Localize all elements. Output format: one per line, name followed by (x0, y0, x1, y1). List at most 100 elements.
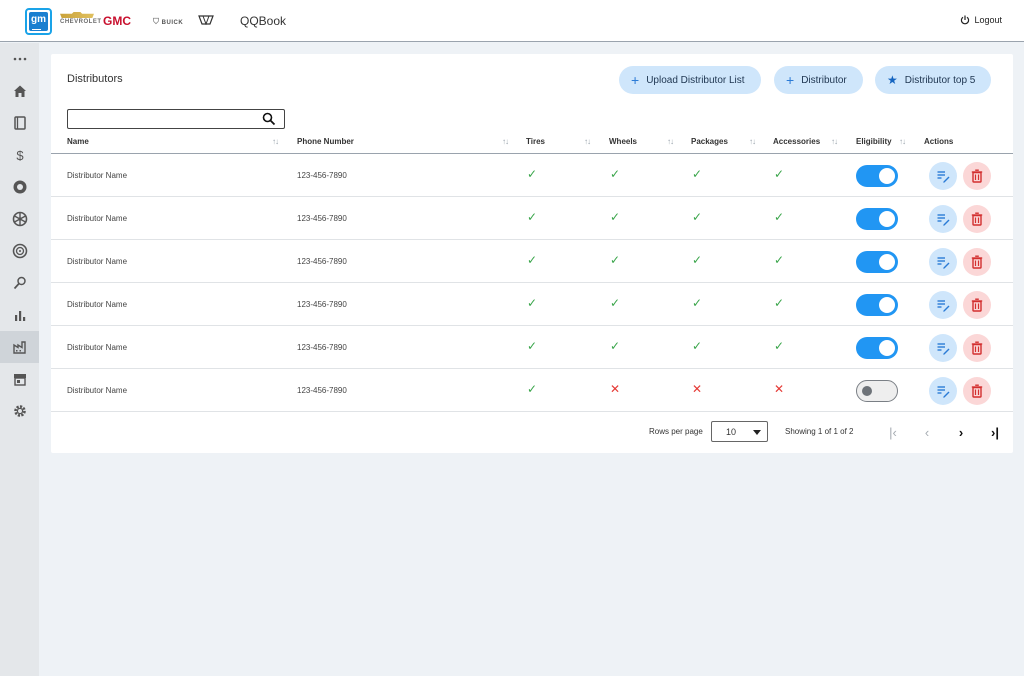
sidebar-item-pricing[interactable]: $ (0, 139, 39, 171)
delete-button[interactable] (963, 205, 991, 233)
eligibility-toggle[interactable] (856, 251, 898, 273)
phone-number-cell: 123-456-7890 (297, 343, 347, 352)
column-header-name[interactable]: Name (67, 137, 89, 146)
edit-button[interactable] (929, 377, 957, 405)
more-icon (13, 57, 26, 61)
plus-icon: + (631, 72, 640, 88)
rim-icon (12, 243, 27, 259)
sort-icon[interactable]: ↑↓ (502, 137, 509, 146)
sort-icon[interactable]: ↑↓ (831, 137, 838, 146)
sidebar-item-packages[interactable] (0, 235, 39, 267)
eligibility-toggle[interactable] (856, 337, 898, 359)
distributor-name-cell: Distributor Name (67, 257, 128, 266)
store-icon (13, 374, 26, 386)
check-icon: ✓ (692, 296, 703, 310)
svg-text:$: $ (16, 148, 24, 163)
next-page-button[interactable]: › (952, 423, 970, 441)
trash-icon (971, 212, 983, 226)
column-header-tires[interactable]: Tires (526, 137, 545, 146)
add-button-label: Distributor (801, 74, 847, 86)
check-icon: ✓ (610, 253, 621, 267)
eligibility-toggle[interactable] (856, 208, 898, 230)
phone-number-cell: 123-456-7890 (297, 300, 347, 309)
sidebar-item-distributors[interactable] (0, 331, 39, 363)
buick-logo: ⛉ BUICK (153, 17, 183, 27)
delete-button[interactable] (963, 248, 991, 276)
check-icon: ✓ (774, 210, 785, 224)
caret-down-icon (753, 430, 761, 435)
delete-button[interactable] (963, 377, 991, 405)
sort-icon[interactable]: ↑↓ (272, 137, 279, 146)
upload-button-label: Upload Distributor List (646, 74, 745, 86)
check-icon: ✓ (527, 253, 538, 267)
check-icon: ✓ (610, 210, 621, 224)
sidebar-item-wheels[interactable] (0, 203, 39, 235)
distributor-name-cell: Distributor Name (67, 300, 128, 309)
sort-icon[interactable]: ↑↓ (584, 137, 591, 146)
sidebar-item-dealers[interactable] (0, 363, 39, 395)
sidebar-item-tires[interactable] (0, 171, 39, 203)
wheel-icon (12, 211, 27, 227)
edit-button[interactable] (929, 291, 957, 319)
add-distributor-button[interactable]: + Distributor (774, 66, 863, 94)
edit-icon (937, 300, 950, 312)
sidebar-item-settings[interactable] (0, 395, 39, 427)
logout-label: Logout (974, 15, 1002, 25)
edit-button[interactable] (929, 334, 957, 362)
eligibility-toggle[interactable] (856, 165, 898, 187)
sidebar-item-home[interactable] (0, 75, 39, 107)
edit-icon (937, 214, 950, 226)
check-icon: ✓ (527, 167, 538, 181)
bar-chart-icon (14, 311, 25, 321)
rows-per-page-select[interactable]: 10 (711, 421, 768, 442)
search-icon[interactable] (262, 112, 276, 126)
distributor-name-cell: Distributor Name (67, 214, 128, 223)
column-header-phone[interactable]: Phone Number (297, 137, 354, 146)
sort-icon[interactable]: ↑↓ (749, 137, 756, 146)
sort-icon[interactable]: ↑↓ (667, 137, 674, 146)
sort-icon[interactable]: ↑↓ (899, 137, 906, 146)
sidebar-item-accessories[interactable] (0, 267, 39, 299)
eligibility-toggle[interactable] (856, 294, 898, 316)
column-header-packages[interactable]: Packages (691, 137, 728, 146)
edit-button[interactable] (929, 248, 957, 276)
delete-button[interactable] (963, 162, 991, 190)
check-icon: ✓ (774, 339, 785, 353)
wrench-icon (13, 276, 26, 290)
column-header-wheels[interactable]: Wheels (609, 137, 637, 146)
app-title: QQBook (240, 14, 287, 28)
pagination-status: Showing 1 of 1 of 2 (785, 427, 854, 436)
eligibility-toggle[interactable] (856, 380, 898, 402)
sidebar-item-catalog[interactable] (0, 107, 39, 139)
edit-button[interactable] (929, 162, 957, 190)
phone-number-cell: 123-456-7890 (297, 386, 347, 395)
delete-button[interactable] (963, 334, 991, 362)
distributor-top5-button[interactable]: ★ Distributor top 5 (875, 66, 992, 94)
distributors-card: Distributors + Upload Distributor List +… (51, 54, 1013, 453)
check-icon: ✓ (610, 339, 621, 353)
logout-button[interactable]: Logout (960, 15, 1002, 25)
chevron-right-icon: › (958, 424, 964, 440)
sidebar-item-reports[interactable] (0, 299, 39, 331)
column-header-eligibility[interactable]: Eligibility (856, 137, 892, 146)
check-icon: ✓ (774, 167, 785, 181)
gear-icon (13, 405, 26, 417)
column-header-accessories[interactable]: Accessories (773, 137, 820, 146)
check-icon: ✓ (610, 167, 621, 181)
distributor-name-cell: Distributor Name (67, 343, 128, 352)
trash-icon (971, 298, 983, 312)
edit-button[interactable] (929, 205, 957, 233)
app-header: gm CHEVROLET GMC ⛉ BUICK QQBook Logout (0, 0, 1024, 42)
chevrolet-bowtie-icon (60, 12, 94, 18)
search-input[interactable] (68, 111, 258, 129)
upload-distributor-list-button[interactable]: + Upload Distributor List (619, 66, 761, 94)
page-title: Distributors (67, 73, 123, 85)
last-page-button[interactable]: ›| (986, 423, 1004, 441)
sidebar-item-more[interactable] (0, 43, 39, 75)
delete-button[interactable] (963, 291, 991, 319)
first-page-button[interactable]: |‹ (884, 423, 902, 441)
check-icon: ✓ (527, 296, 538, 310)
gm-logo[interactable]: gm (25, 8, 52, 35)
prev-page-button[interactable]: ‹ (918, 423, 936, 441)
search-box (67, 109, 285, 129)
